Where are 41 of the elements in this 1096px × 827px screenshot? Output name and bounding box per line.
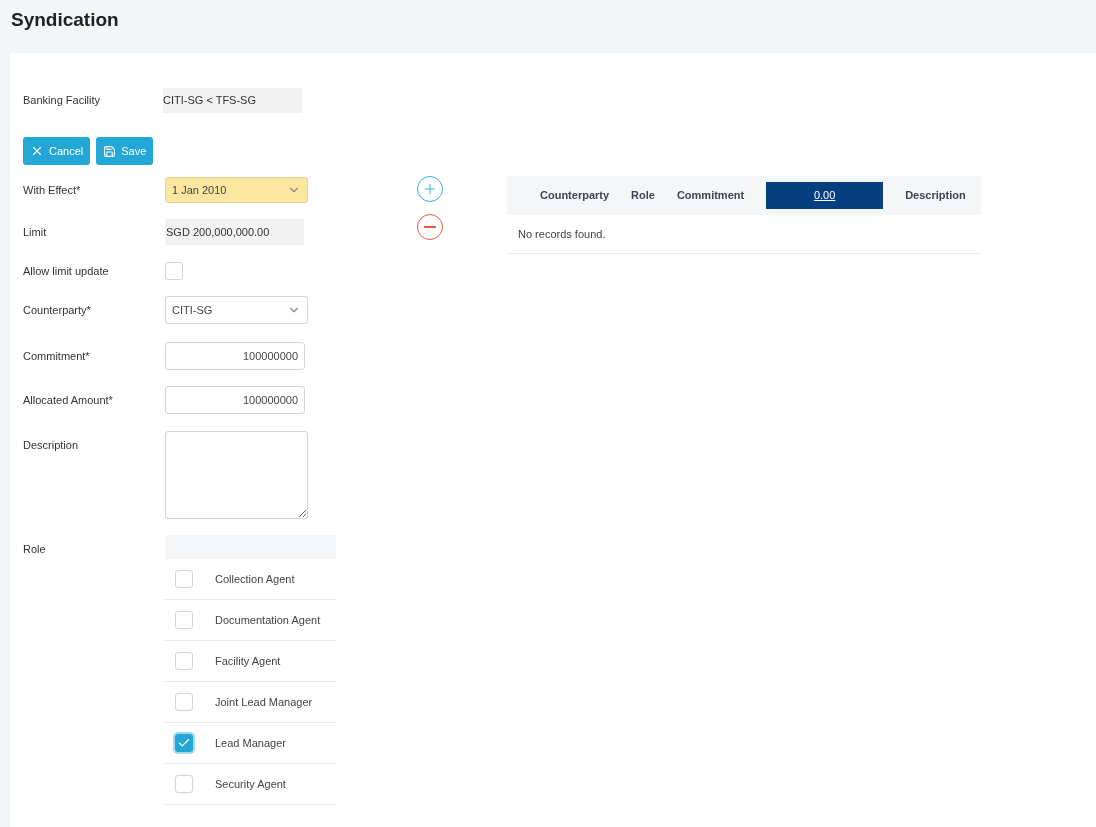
field-label: Allow limit update xyxy=(23,263,110,279)
field-label: Description xyxy=(23,438,80,453)
role-option-label: Joint Lead Manager xyxy=(215,694,313,710)
checkbox[interactable] xyxy=(175,693,193,711)
close-icon xyxy=(30,144,44,158)
description-field[interactable] xyxy=(165,431,308,519)
commitment-field[interactable]: 100000000 xyxy=(165,342,305,370)
field-label: Limit xyxy=(23,224,48,240)
checkbox[interactable] xyxy=(175,734,193,752)
role-option-label: Facility Agent xyxy=(215,653,281,669)
empty-message: No records found. xyxy=(518,226,606,242)
role-option-label: Lead Manager xyxy=(215,735,286,751)
limit-value: SGD 200,000,000.00 xyxy=(165,219,304,245)
role-option-label: Security Agent xyxy=(215,776,286,792)
field-label: Commitment* xyxy=(23,348,91,364)
check-icon xyxy=(177,736,191,750)
field-label: Counterparty* xyxy=(23,302,92,318)
page-title: Syndication xyxy=(10,8,120,32)
checkbox[interactable] xyxy=(165,262,183,280)
field-label: Role xyxy=(23,542,47,557)
banking-facility-value: CITI-SG < TFS-SG xyxy=(163,88,302,113)
checkbox[interactable] xyxy=(175,652,193,670)
role-option-label: Documentation Agent xyxy=(215,612,321,628)
column-header: Role xyxy=(631,188,655,204)
counterparty-dropdown[interactable]: CITI-SG xyxy=(165,296,308,324)
field-label: With Effect* xyxy=(23,182,82,198)
role-option-label: Collection Agent xyxy=(215,571,295,587)
checkbox[interactable] xyxy=(175,775,193,793)
field-label: Allocated Amount* xyxy=(23,392,114,408)
column-header: Description xyxy=(905,188,966,204)
field-label: Banking Facility xyxy=(23,93,102,109)
total-link[interactable]: 0.00 xyxy=(766,182,884,209)
date-dropdown[interactable]: 1 Jan 2010 xyxy=(165,177,308,203)
column-header: Counterparty xyxy=(540,188,610,204)
allocated-amount-field[interactable]: 100000000 xyxy=(165,386,305,414)
minus-icon xyxy=(424,226,436,228)
checkbox[interactable] xyxy=(175,570,193,588)
save-icon xyxy=(103,144,117,158)
checkbox[interactable] xyxy=(175,611,193,629)
column-header: Commitment xyxy=(676,188,745,204)
plus-icon xyxy=(422,181,438,197)
